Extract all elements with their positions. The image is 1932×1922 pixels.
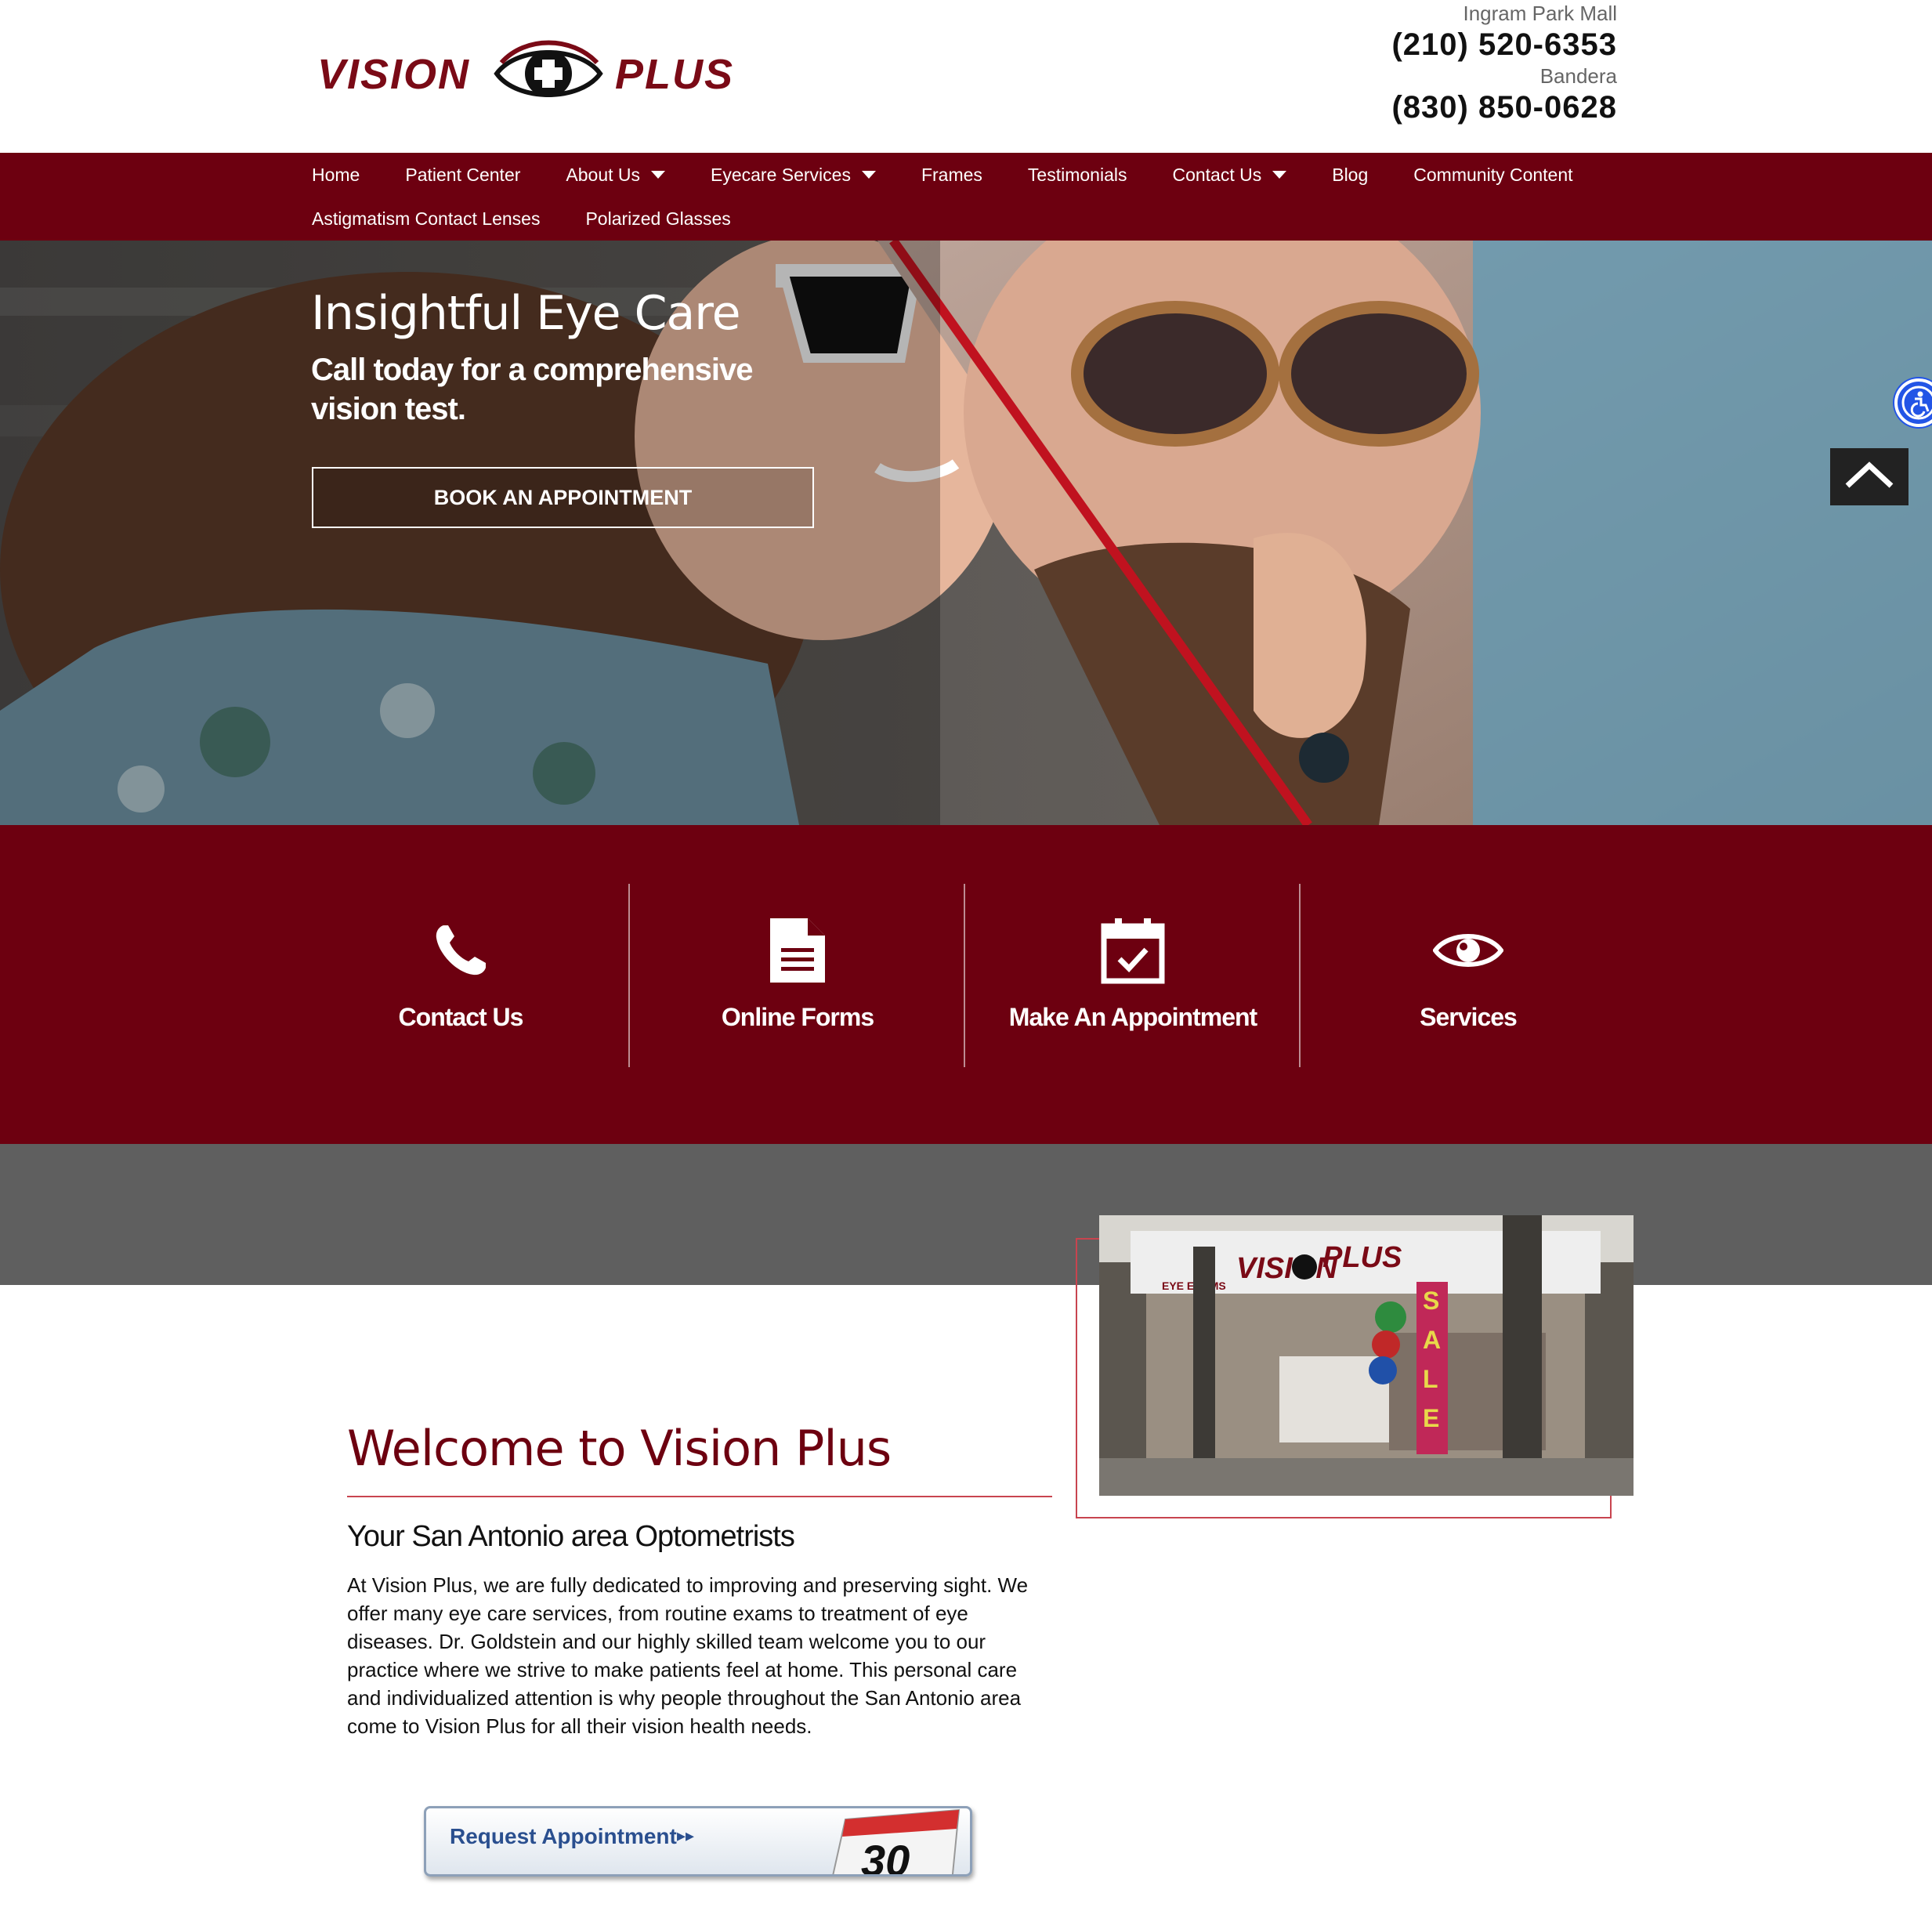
request-appointment-button[interactable]: Request Appointment ▸▸ 30 [424,1806,972,1877]
request-appointment-label: Request Appointment [450,1824,677,1848]
eye-cross-logo-icon [494,40,603,97]
nav-item-astigmatism-contact-lenses[interactable]: Astigmatism Contact Lenses [312,208,540,230]
nav-item-testimonials[interactable]: Testimonials [1028,165,1127,186]
feature-label: Contact Us [398,1003,524,1031]
hero-title: Insightful Eye Care [311,286,741,341]
logo-text-left: VISION [317,51,471,98]
nav-item-label: Astigmatism Contact Lenses [312,208,541,229]
book-appointment-button[interactable]: BOOK AN APPOINTMENT [312,467,814,528]
logo-text-right: PLUS [615,51,735,98]
feature-label: Online Forms [721,1003,874,1031]
nav-item-polarized-glasses[interactable]: Polarized Glasses [585,208,730,230]
nav-item-label: Patient Center [405,164,521,185]
nav-item-eyecare-services[interactable]: Eyecare Services [711,165,876,186]
sale-banner-text: L [1423,1365,1438,1393]
chevron-up-icon [1845,461,1894,488]
location-name: Bandera [1539,64,1617,88]
sale-banner-text: A [1423,1326,1441,1354]
scroll-to-top-button[interactable] [1830,448,1908,505]
welcome-subtitle: Your San Antonio area Optometrists [347,1520,795,1553]
main-navigation: Home Patient Center About Us Eyecare Servic… [0,153,1932,241]
nav-item-patient-center[interactable]: Patient Center [405,165,520,186]
hero-banner: Insightful Eye Care Call today for a com… [0,241,1932,825]
nav-item-label: Testimonials [1027,164,1127,185]
double-arrow-icon: ▸▸ [677,1826,695,1845]
nav-item-frames[interactable]: Frames [921,165,982,186]
welcome-title: Welcome to Vision Plus [347,1420,892,1477]
nav-item-label: Blog [1332,164,1369,185]
calendar-icon: 30 [832,1808,961,1877]
phone-icon [436,925,486,975]
nav-item-label: Eyecare Services [711,164,851,185]
feature-bar: Contact Us Online Forms Make An Appointm… [0,825,1932,1144]
eye-icon [1433,934,1503,967]
phone-link[interactable]: (210) 520-6353 [1304,27,1617,63]
sale-banner-text: S [1423,1287,1439,1315]
nav-item-blog[interactable]: Blog [1332,165,1368,186]
nav-row-secondary: Astigmatism Contact Lenses Polarized Glas… [312,197,776,241]
nav-row-primary: Home Patient Center About Us Eyecare Servic… [312,153,1619,197]
feature-contact-us[interactable]: Contact Us [293,884,628,1067]
calendar-day: 30 [861,1836,910,1877]
location-name: Ingram Park Mall [1463,2,1618,25]
accessibility-icon[interactable] [1894,378,1932,427]
feature-label: Make An Appointment [1008,1003,1257,1031]
feature-services[interactable]: Services [1301,884,1636,1067]
nav-item-label: About Us [566,164,640,185]
nav-item-about-us[interactable]: About Us [566,165,665,186]
caret-down-icon [651,171,665,179]
store-front-photo: VISION PLUS EYE EXAMS S A L E [1099,1215,1634,1496]
title-divider [347,1496,1052,1497]
location-phones: Ingram Park Mall (210) 520-6353 Bandera … [1304,0,1617,125]
site-header: VISION PLUS Ingram Park Mall (210) 520-6… [0,0,1932,153]
sale-banner-text: E [1423,1404,1439,1432]
hero-couple-photo [0,241,1932,825]
nav-item-contact-us[interactable]: Contact Us [1172,164,1287,186]
feature-label: Services [1420,1003,1518,1031]
calendar-check-icon [1101,918,1165,984]
feature-online-forms[interactable]: Online Forms [630,884,965,1067]
welcome-body: At Vision Plus, we are fully dedicated t… [347,1573,1029,1738]
hero-subtitle: Call today for a comprehensive vision te… [311,353,754,426]
phone-link[interactable]: (830) 850-0628 [1304,89,1617,125]
nav-item-home[interactable]: Home [312,165,360,186]
nav-item-community-content[interactable]: Community Content [1413,165,1572,186]
nav-item-label: Home [312,164,360,185]
document-icon [770,918,825,983]
feature-make-appointment[interactable]: Make An Appointment [965,884,1301,1067]
nav-item-label: Frames [921,164,982,185]
nav-item-label: Polarized Glasses [585,208,731,229]
vision-plus-logo[interactable]: VISION PLUS [317,39,740,110]
store-sign-right: PLUS [1322,1241,1402,1274]
nav-item-label: Community Content [1413,164,1573,185]
nav-item-label: Contact Us [1172,164,1262,185]
section-band [0,1144,1932,1285]
caret-down-icon [1272,171,1287,179]
caret-down-icon [861,171,876,179]
